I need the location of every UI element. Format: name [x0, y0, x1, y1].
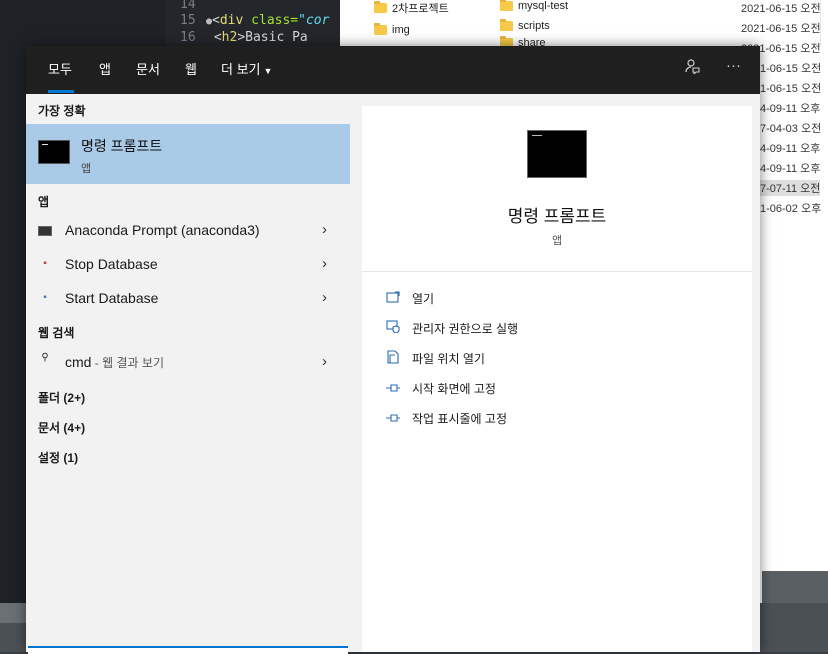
list-item-stop-database[interactable]: ▪ Stop Database ›	[26, 250, 350, 280]
folder-icon	[374, 1, 387, 13]
folder-item[interactable]: scripts	[500, 19, 550, 32]
folders-category[interactable]: 폴더 (2+)	[38, 389, 85, 406]
command-prompt-large-icon	[527, 130, 587, 178]
action-pin-to-start[interactable]: 시작 화면에 고정	[384, 376, 496, 400]
action-label: 시작 화면에 고정	[412, 381, 496, 396]
editor-scrollbar[interactable]	[0, 603, 28, 623]
action-open-file-location[interactable]: 파일 위치 열기	[384, 346, 485, 370]
folder-item[interactable]: img	[374, 23, 410, 36]
folder-icon	[500, 0, 513, 11]
list-item-anaconda-prompt[interactable]: Anaconda Prompt (anaconda3) ›	[26, 216, 350, 246]
active-tab-indicator	[48, 90, 74, 93]
chevron-right-icon[interactable]: ›	[322, 221, 327, 238]
list-item-label: Anaconda Prompt (anaconda3)	[65, 222, 260, 238]
modified-date: 1-06-15 오전	[760, 63, 822, 75]
best-match-heading: 가장 정확	[38, 104, 86, 118]
stop-db-icon: ▪	[43, 258, 47, 269]
modified-date: 2021-06-15 오전	[741, 3, 821, 15]
modified-date: 7-07-11 오전	[760, 180, 821, 196]
tab-all[interactable]: 모두	[48, 59, 72, 78]
more-options-icon[interactable]: ···	[726, 57, 741, 74]
best-match-type: 앱	[81, 163, 92, 175]
divider	[362, 271, 752, 272]
admin-shield-icon	[384, 320, 402, 336]
preview-type: 앱	[551, 235, 563, 247]
list-item-start-database[interactable]: ▪ Start Database ›	[26, 284, 350, 314]
folder-item[interactable]: 2차프로젝트	[374, 0, 449, 16]
action-label: 관리자 권한으로 실행	[412, 321, 519, 336]
file-location-icon	[384, 349, 402, 367]
terminal-icon	[38, 226, 52, 236]
start-db-icon: ▪	[43, 292, 47, 303]
chevron-down-icon: ▼	[263, 66, 273, 76]
search-tab-bar: 모두 앱 문서 웹 더 보기 ▼ ···	[26, 46, 760, 94]
list-item-web-search[interactable]: ⚲ cmd - 웹 결과 보기 ›	[26, 348, 350, 378]
action-pin-to-taskbar[interactable]: 작업 표시줄에 고정	[384, 406, 507, 430]
modified-date: 4-09-11 오후	[760, 103, 821, 115]
code-line: 16 <h2>Basic Pa	[180, 30, 308, 45]
chevron-right-icon[interactable]: ›	[322, 289, 327, 306]
action-label: 파일 위치 열기	[412, 351, 485, 366]
documents-category[interactable]: 문서 (4+)	[38, 419, 85, 436]
settings-category[interactable]: 설정 (1)	[38, 449, 78, 466]
folder-icon	[500, 19, 513, 31]
tab-apps[interactable]: 앱	[99, 59, 111, 78]
modified-date: 2021-06-15 오전	[741, 23, 821, 35]
preview-pane: 명령 프롬프트 앱 열기 관리자 권한으로 실행 파일 위치 열기 시작 화면에…	[362, 106, 752, 652]
chevron-right-icon[interactable]: ›	[322, 255, 327, 272]
web-search-heading: 웹 검색	[38, 326, 75, 340]
modified-date: 7-04-03 오전	[760, 123, 822, 135]
tab-web[interactable]: 웹	[185, 59, 197, 78]
action-run-as-admin[interactable]: 관리자 권한으로 실행	[384, 316, 518, 340]
preview-title: 명령 프롬프트	[507, 207, 607, 226]
search-icon: ⚲	[41, 352, 49, 363]
code-line: 15 ●<div class="cor	[180, 13, 330, 28]
tab-documents[interactable]: 문서	[136, 59, 160, 78]
best-match-name: 명령 프롬프트	[81, 138, 163, 154]
modified-date: 4-09-11 오후	[760, 163, 821, 175]
chevron-right-icon[interactable]: ›	[322, 353, 327, 370]
modified-date: 4-09-11 오후	[760, 143, 821, 155]
folder-item[interactable]: mysql-test	[500, 0, 568, 12]
start-search-panel: 모두 앱 문서 웹 더 보기 ▼ ··· 가장 정확 명령 프롬프트 앱 앱 An…	[26, 46, 760, 654]
list-item-label: Stop Database	[65, 256, 158, 272]
list-item-label: Start Database	[65, 290, 159, 306]
folder-icon	[374, 23, 387, 35]
apps-heading: 앱	[38, 195, 50, 209]
command-prompt-icon	[38, 140, 70, 164]
feedback-icon[interactable]	[684, 58, 700, 78]
web-query: cmd	[65, 354, 92, 370]
pin-start-icon	[384, 381, 402, 396]
pin-taskbar-icon	[384, 411, 402, 426]
list-item-label: cmd - 웹 결과 보기	[65, 354, 164, 371]
tab-more[interactable]: 더 보기 ▼	[221, 59, 272, 78]
action-label: 열기	[412, 291, 435, 306]
web-query-suffix: - 웹 결과 보기	[91, 356, 164, 370]
best-match-item[interactable]: 명령 프롬프트 앱	[26, 124, 350, 184]
modified-date: 1-06-02 오후	[760, 203, 822, 215]
search-input[interactable]	[28, 646, 348, 654]
action-open[interactable]: 열기	[384, 286, 434, 310]
tab-more-label: 더 보기	[221, 62, 261, 77]
code-line: 14	[180, 0, 196, 12]
action-label: 작업 표시줄에 고정	[412, 411, 507, 426]
modified-date: 1-06-15 오전	[760, 83, 822, 95]
open-icon	[384, 290, 402, 306]
